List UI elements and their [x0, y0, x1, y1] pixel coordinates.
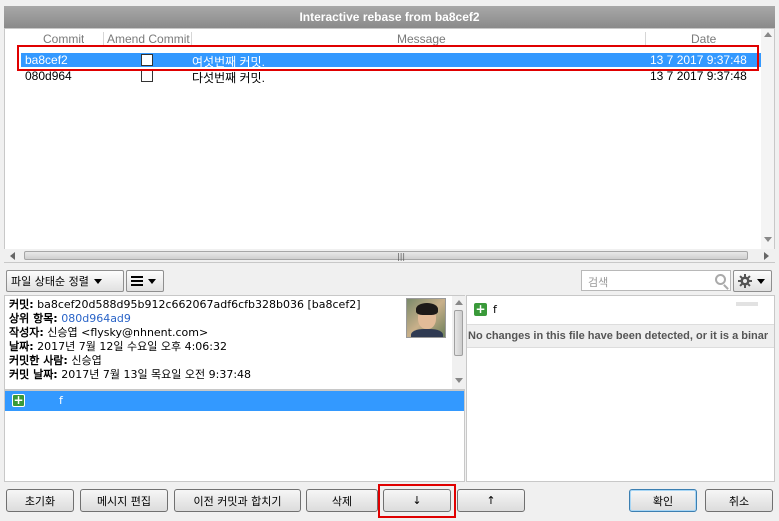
ok-button[interactable]: 확인: [629, 489, 697, 512]
commit-label: 커밋:: [9, 298, 34, 311]
commit-date-label: 커밋 날짜:: [9, 368, 58, 381]
diff-header: + f: [467, 296, 774, 324]
author-value: 신승엽 <flysky@nhnent.com>: [47, 326, 209, 339]
settings-dropdown[interactable]: [733, 270, 772, 292]
commit-list[interactable]: Commit Amend Commit Message Date ba8cef2…: [4, 28, 775, 263]
commit-row[interactable]: 080d964 다섯번째 커밋. 13 7 2017 9:37:48: [21, 69, 761, 85]
commit-message: 여섯번째 커밋.: [192, 55, 265, 69]
commit-hash: ba8cef2: [25, 53, 68, 67]
chevron-down-icon: [93, 278, 102, 284]
commit-full-hash: ba8cef20d588d95b912c662067adf6cfb328b036…: [37, 298, 361, 311]
sort-dropdown-label: 파일 상태순 정렬: [11, 275, 89, 288]
column-header-message[interactable]: Message: [397, 32, 446, 46]
avatar: [406, 298, 446, 338]
squash-with-previous-button[interactable]: 이전 커밋과 합치기: [174, 489, 301, 512]
amend-checkbox[interactable]: [141, 70, 153, 82]
parent-commit-link[interactable]: 080d964ad9: [61, 312, 131, 325]
column-header-date[interactable]: Date: [691, 32, 716, 46]
commit-date: 13 7 2017 9:37:48: [650, 53, 747, 67]
cancel-button[interactable]: 취소: [705, 489, 773, 512]
grip-icon: |||: [397, 252, 406, 261]
sort-dropdown[interactable]: 파일 상태순 정렬: [6, 270, 124, 292]
window-title: Interactive rebase from ba8cef2: [4, 6, 775, 28]
scrollbar-thumb[interactable]: [454, 310, 463, 356]
move-down-button[interactable]: ↓: [383, 489, 451, 512]
commit-list-horizontal-scrollbar[interactable]: |||: [4, 249, 775, 262]
commit-list-header: Commit Amend Commit Message Date: [5, 29, 763, 47]
committer-value: 신승엽: [71, 354, 102, 367]
chevron-down-icon: [757, 278, 765, 284]
file-toolbar: 파일 상태순 정렬 검색: [0, 270, 779, 292]
search-placeholder: 검색: [588, 276, 609, 289]
file-added-icon: +: [474, 302, 487, 316]
commit-date: 13 7 2017 9:37:48: [650, 69, 747, 83]
date-value: 2017년 7월 12일 수요일 오후 4:06:32: [37, 340, 227, 353]
search-icon[interactable]: [715, 274, 726, 285]
amend-checkbox[interactable]: [141, 54, 153, 66]
move-up-button[interactable]: ↑: [457, 489, 525, 512]
column-header-commit[interactable]: Commit: [43, 32, 84, 46]
scroll-down-arrow-icon[interactable]: [455, 378, 463, 383]
list-icon: [131, 276, 143, 286]
edit-message-button[interactable]: 메시지 편집: [80, 489, 168, 512]
delete-button[interactable]: 삭제: [306, 489, 378, 512]
view-mode-dropdown[interactable]: [126, 270, 164, 292]
commit-date-value: 2017년 7월 13일 목요일 오전 9:37:48: [61, 368, 252, 381]
search-input[interactable]: 검색: [581, 270, 731, 291]
commit-details: 커밋: ba8cef20d588d95b912c662067adf6cfb328…: [4, 295, 465, 390]
commit-message: 다섯번째 커밋.: [192, 71, 265, 85]
commit-hash: 080d964: [25, 69, 72, 83]
details-vertical-scrollbar[interactable]: [452, 296, 465, 389]
date-label: 날짜:: [9, 340, 34, 353]
commit-row[interactable]: ba8cef2 여섯번째 커밋. 13 7 2017 9:37:48: [21, 53, 761, 69]
parent-label: 상위 항목:: [9, 312, 58, 325]
reset-button[interactable]: 초기화: [6, 489, 74, 512]
diff-options-handle[interactable]: [736, 302, 758, 306]
committer-label: 커밋한 사람:: [9, 354, 68, 367]
scroll-right-arrow-icon[interactable]: [764, 252, 769, 260]
file-row[interactable]: + f: [5, 391, 464, 411]
scroll-down-arrow-icon[interactable]: [764, 237, 772, 242]
chevron-down-icon: [148, 278, 156, 284]
gear-icon: [738, 274, 752, 288]
scrollbar-thumb[interactable]: |||: [24, 251, 748, 261]
file-added-icon: +: [12, 393, 25, 407]
diff-panel: + f No changes in this file have been de…: [466, 295, 775, 482]
diff-message: No changes in this file have been detect…: [467, 324, 774, 348]
changed-files-list: + f: [4, 390, 465, 482]
author-label: 작성자:: [9, 326, 44, 339]
file-name: f: [59, 394, 63, 407]
commit-list-vertical-scrollbar[interactable]: [761, 29, 774, 249]
column-header-amend[interactable]: Amend Commit: [107, 32, 191, 46]
scroll-left-arrow-icon[interactable]: [10, 252, 15, 260]
scroll-up-arrow-icon[interactable]: [455, 300, 463, 305]
scroll-up-arrow-icon[interactable]: [764, 32, 772, 37]
diff-file-name: f: [493, 303, 497, 316]
